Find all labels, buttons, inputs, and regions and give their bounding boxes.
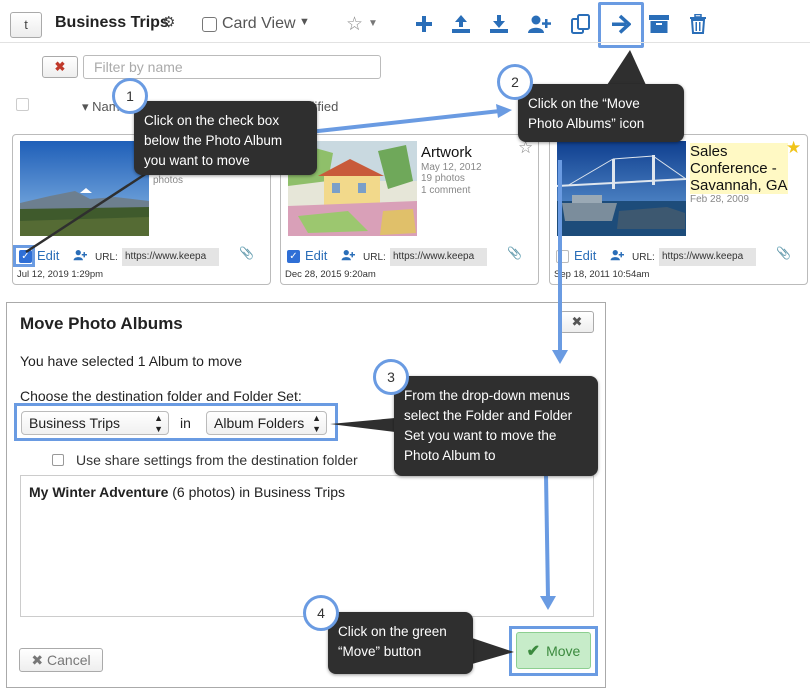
step-number-1: 1: [112, 78, 148, 114]
url-label: URL:: [95, 252, 118, 263]
toolbar-divider: [0, 42, 810, 43]
checkmark-icon: ✔: [526, 642, 541, 660]
url-field[interactable]: https://www.keepa: [122, 248, 219, 266]
selection-summary: You have selected 1 Album to move: [20, 353, 243, 369]
paperclip-icon[interactable]: 📎: [776, 246, 791, 260]
album-checkbox[interactable]: [556, 250, 569, 263]
list-item: My Winter Adventure (6 photos) in Busine…: [29, 484, 345, 500]
add-user-icon[interactable]: [610, 249, 624, 261]
add-icon[interactable]: [411, 10, 437, 38]
checkbox-highlight: [13, 245, 35, 267]
album-thumbnail[interactable]: [20, 141, 149, 236]
url-field[interactable]: https://www.keepa: [659, 248, 756, 266]
album-checkbox[interactable]: ✓: [287, 250, 300, 263]
archive-icon[interactable]: [646, 10, 672, 38]
album-title[interactable]: Sales Conference - Savannah, GA: [690, 143, 788, 194]
paperclip-icon[interactable]: 📎: [507, 246, 522, 260]
step-number-2: 2: [497, 64, 533, 100]
album-comment-count: 1 comment: [421, 185, 471, 196]
step-number-3: 3: [373, 359, 409, 395]
close-dialog-button[interactable]: ✖: [560, 311, 594, 333]
star-outline-icon[interactable]: ☆: [346, 13, 363, 36]
edit-link[interactable]: Edit: [37, 248, 59, 263]
chevron-down-icon[interactable]: ▼: [368, 18, 378, 29]
album-thumbnail[interactable]: [557, 141, 686, 236]
destination-folder-select[interactable]: Business Trips ▲ ▼: [21, 411, 169, 435]
back-button[interactable]: t: [10, 12, 42, 38]
url-field[interactable]: https://www.keepa: [390, 248, 487, 266]
edit-link[interactable]: Edit: [305, 248, 327, 263]
download-icon[interactable]: [486, 10, 512, 38]
filter-input[interactable]: [83, 55, 381, 79]
album-date: Sep 18, 2011 10:54am: [554, 269, 650, 280]
select-all-checkbox[interactable]: [16, 98, 29, 111]
album-card[interactable]: Artwork May 12, 2012 19 photos 1 comment…: [280, 134, 539, 285]
callout-1: Click on the check box below the Photo A…: [134, 101, 317, 175]
share-settings-label[interactable]: Use share settings from the destination …: [76, 452, 358, 468]
callout-2: Click on the “Move Photo Albums” icon: [518, 84, 684, 142]
trash-icon[interactable]: [685, 10, 711, 38]
select-arrows-icon: ▲ ▼: [154, 413, 163, 434]
gear-icon[interactable]: ⚙: [162, 13, 175, 31]
album-date-created: Feb 28, 2009: [690, 194, 749, 205]
chevron-down-icon[interactable]: ▼: [299, 16, 310, 28]
album-name: My Winter Adventure: [29, 484, 169, 500]
paperclip-icon[interactable]: 📎: [239, 246, 254, 260]
dialog-title: Move Photo Albums: [20, 314, 183, 333]
add-user-icon[interactable]: [526, 10, 552, 38]
add-user-icon[interactable]: [341, 249, 355, 261]
card-view-checkbox[interactable]: [202, 17, 217, 32]
callout-3: From the drop-down menus select the Fold…: [394, 376, 598, 476]
album-photo-count: 19 photos: [421, 173, 465, 184]
url-label: URL:: [632, 252, 655, 263]
move-button[interactable]: ✔ Move: [516, 632, 591, 669]
destination-instructions: Choose the destination folder and Folder…: [20, 388, 302, 404]
selected-albums-list: My Winter Adventure (6 photos) in Busine…: [20, 475, 594, 617]
step-number-4: 4: [303, 595, 339, 631]
album-date-created: May 12, 2012: [421, 162, 482, 173]
clear-filter-button[interactable]: ✖: [42, 56, 78, 78]
album-details: (6 photos) in Business Trips: [168, 484, 346, 500]
callout-4: Click on the green “Move” button: [328, 612, 473, 674]
favorite-star-icon[interactable]: ★: [786, 138, 801, 158]
album-card[interactable]: Sales Conference - Savannah, GA Feb 28, …: [549, 134, 808, 285]
folder-title[interactable]: Business Trips: [55, 14, 169, 32]
select-arrows-icon: ▲ ▼: [312, 413, 321, 434]
album-meta: photos: [153, 175, 184, 186]
url-label: URL:: [363, 252, 386, 263]
destination-folder-set-select[interactable]: Album Folders ▲ ▼: [206, 411, 327, 435]
copy-icon[interactable]: [568, 10, 594, 38]
cancel-button[interactable]: ✖ Cancel: [19, 648, 103, 672]
album-title[interactable]: Artwork: [421, 144, 472, 161]
album-date: Jul 12, 2019 1:29pm: [17, 269, 104, 280]
move-right-arrow-icon[interactable]: [608, 10, 634, 38]
share-settings-checkbox[interactable]: [52, 454, 64, 466]
card-view-label[interactable]: Card View: [222, 15, 296, 33]
in-label: in: [180, 415, 191, 431]
add-user-icon[interactable]: [73, 249, 87, 261]
album-date: Dec 28, 2015 9:20am: [285, 269, 376, 280]
upload-icon[interactable]: [448, 10, 474, 38]
edit-link[interactable]: Edit: [574, 248, 596, 263]
